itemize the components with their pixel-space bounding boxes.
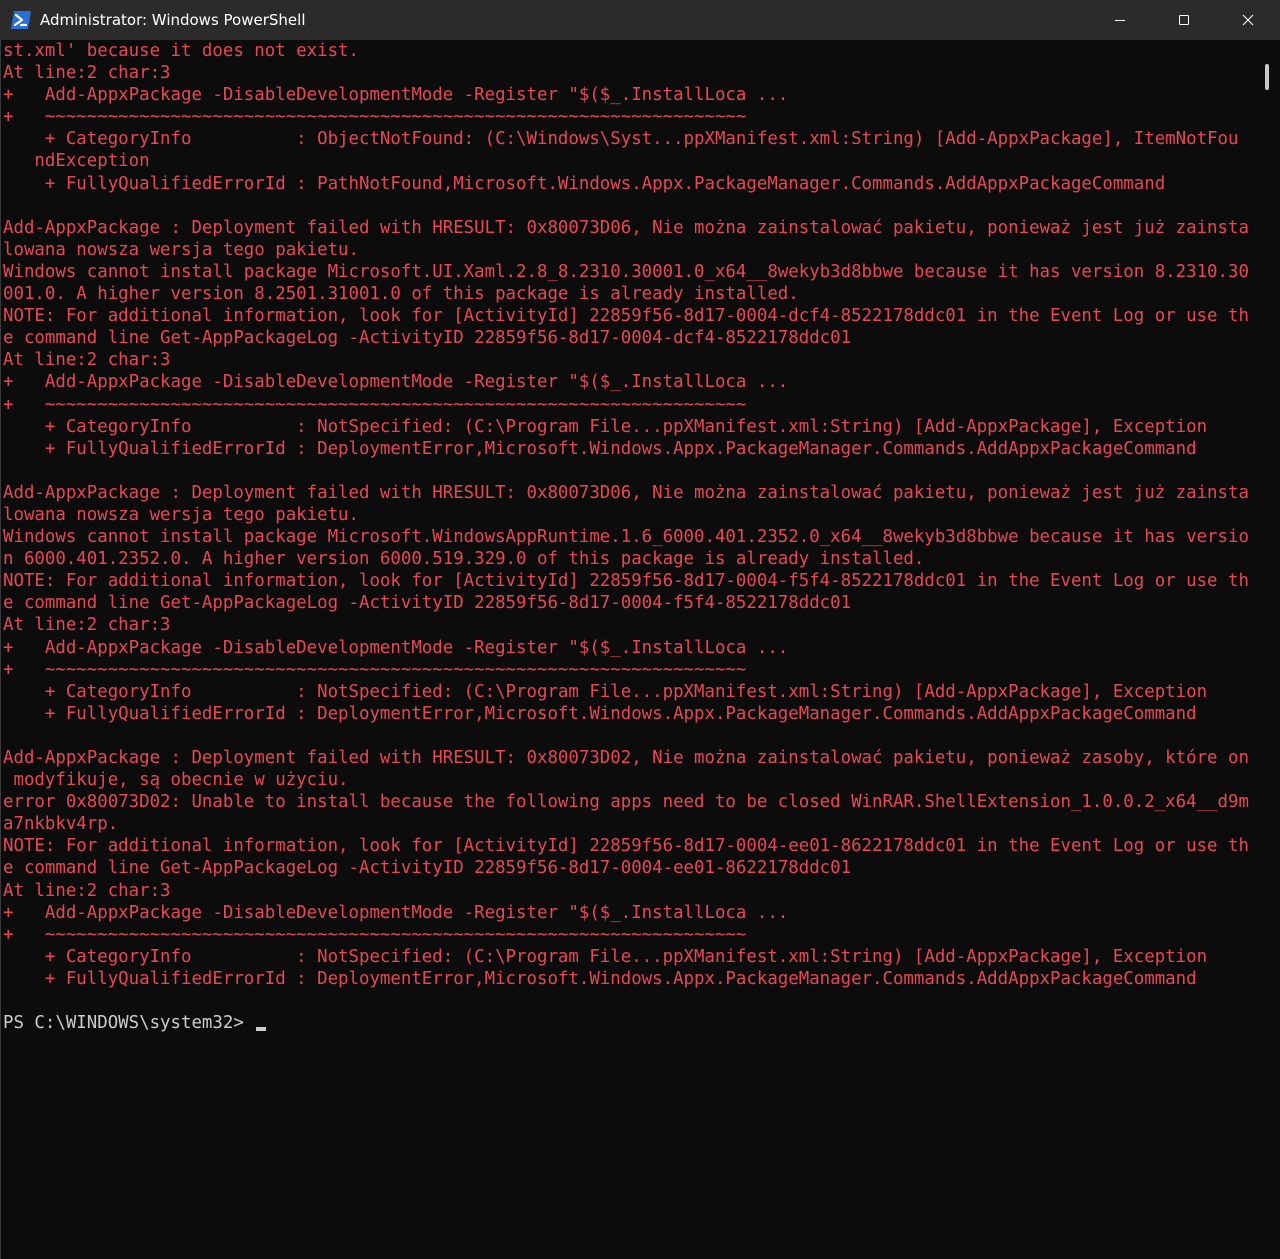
console-line: + Add-AppxPackage -DisableDevelopmentMod…	[3, 372, 789, 393]
console-line: 001.0. A higher version 8.2501.31001.0 o…	[3, 284, 799, 305]
console-line: a7nkbkv4rp.	[3, 814, 119, 835]
window-controls	[1088, 0, 1280, 40]
console-line: NOTE: For additional information, look f…	[3, 571, 1249, 592]
console-line: At line:2 char:3	[3, 350, 171, 371]
console-line: Windows cannot install package Microsoft…	[3, 527, 1249, 548]
console-line: lowana nowsza wersja tego pakietu.	[3, 504, 359, 525]
console-lines: st.xml' because it does not exist. At lin…	[3, 40, 1257, 1012]
console-line: st.xml' because it does not exist.	[3, 41, 359, 61]
console-line: lowana nowsza wersja tego pakietu.	[3, 239, 359, 260]
console-line: Add-AppxPackage : Deployment failed with…	[3, 748, 1249, 768]
window-title: Administrator: Windows PowerShell	[40, 11, 306, 29]
console-line: e command line Get-AppPackageLog -Activi…	[3, 328, 852, 349]
console-line: + ~~~~~~~~~~~~~~~~~~~~~~~~~~~~~~~~~~~~~~…	[3, 659, 747, 680]
console-line: At line:2 char:3	[3, 615, 171, 636]
console-line: + FullyQualifiedErrorId : DeploymentErro…	[3, 968, 1197, 989]
powershell-icon	[11, 11, 31, 29]
console-line: ndException	[3, 151, 150, 172]
console-line: error 0x80073D02: Unable to install beca…	[3, 792, 1249, 813]
console-line: + Add-AppxPackage -DisableDevelopmentMod…	[3, 902, 789, 923]
prompt-text: PS C:\WINDOWS\system32>	[3, 1013, 255, 1034]
window-border	[0, 40, 1, 1259]
console-line: At line:2 char:3	[3, 63, 171, 84]
powershell-window: Administrator: Windows PowerShell st.xml…	[0, 0, 1280, 1259]
scrollbar-thumb[interactable]	[1265, 64, 1269, 90]
console-line: + FullyQualifiedErrorId : DeploymentErro…	[3, 703, 1197, 724]
console-output[interactable]: st.xml' because it does not exist. At lin…	[3, 40, 1257, 1259]
close-icon	[1242, 14, 1254, 26]
close-button[interactable]	[1216, 0, 1280, 40]
console-line: + ~~~~~~~~~~~~~~~~~~~~~~~~~~~~~~~~~~~~~~…	[3, 394, 747, 415]
console-line: e command line Get-AppPackageLog -Activi…	[3, 858, 852, 879]
console-line: Add-AppxPackage : Deployment failed with…	[3, 217, 1249, 238]
console-line: Add-AppxPackage : Deployment failed with…	[3, 482, 1249, 503]
console-line: + FullyQualifiedErrorId : PathNotFound,M…	[3, 173, 1166, 194]
console-line: + CategoryInfo : ObjectNotFound: (C:\Win…	[3, 129, 1239, 150]
console-line: + Add-AppxPackage -DisableDevelopmentMod…	[3, 637, 789, 658]
console-line: modyfikuje, są obecnie w użyciu.	[3, 770, 349, 791]
console-line: + ~~~~~~~~~~~~~~~~~~~~~~~~~~~~~~~~~~~~~~…	[3, 107, 747, 128]
vertical-scrollbar[interactable]	[1258, 40, 1280, 1259]
console-line: + CategoryInfo : NotSpecified: (C:\Progr…	[3, 416, 1208, 437]
minimize-icon	[1115, 20, 1125, 21]
console-line: + CategoryInfo : NotSpecified: (C:\Progr…	[3, 946, 1208, 967]
text-cursor	[256, 1027, 267, 1032]
console-line: + FullyQualifiedErrorId : DeploymentErro…	[3, 438, 1197, 459]
console-line: e command line Get-AppPackageLog -Activi…	[3, 593, 852, 614]
console-line: + ~~~~~~~~~~~~~~~~~~~~~~~~~~~~~~~~~~~~~~…	[3, 924, 747, 945]
prompt-line[interactable]: PS C:\WINDOWS\system32>	[3, 1012, 1257, 1034]
maximize-button[interactable]	[1152, 0, 1216, 40]
maximize-icon	[1179, 15, 1189, 25]
console-line: Windows cannot install package Microsoft…	[3, 261, 1249, 282]
console-line: At line:2 char:3	[3, 880, 171, 901]
console-line: + Add-AppxPackage -DisableDevelopmentMod…	[3, 85, 789, 106]
minimize-button[interactable]	[1088, 0, 1152, 40]
console-line: NOTE: For additional information, look f…	[3, 836, 1249, 857]
console-line: + CategoryInfo : NotSpecified: (C:\Progr…	[3, 681, 1208, 702]
console-line: NOTE: For additional information, look f…	[3, 306, 1249, 327]
console-line: n 6000.401.2352.0. A higher version 6000…	[3, 549, 925, 570]
title-bar[interactable]: Administrator: Windows PowerShell	[0, 0, 1280, 40]
